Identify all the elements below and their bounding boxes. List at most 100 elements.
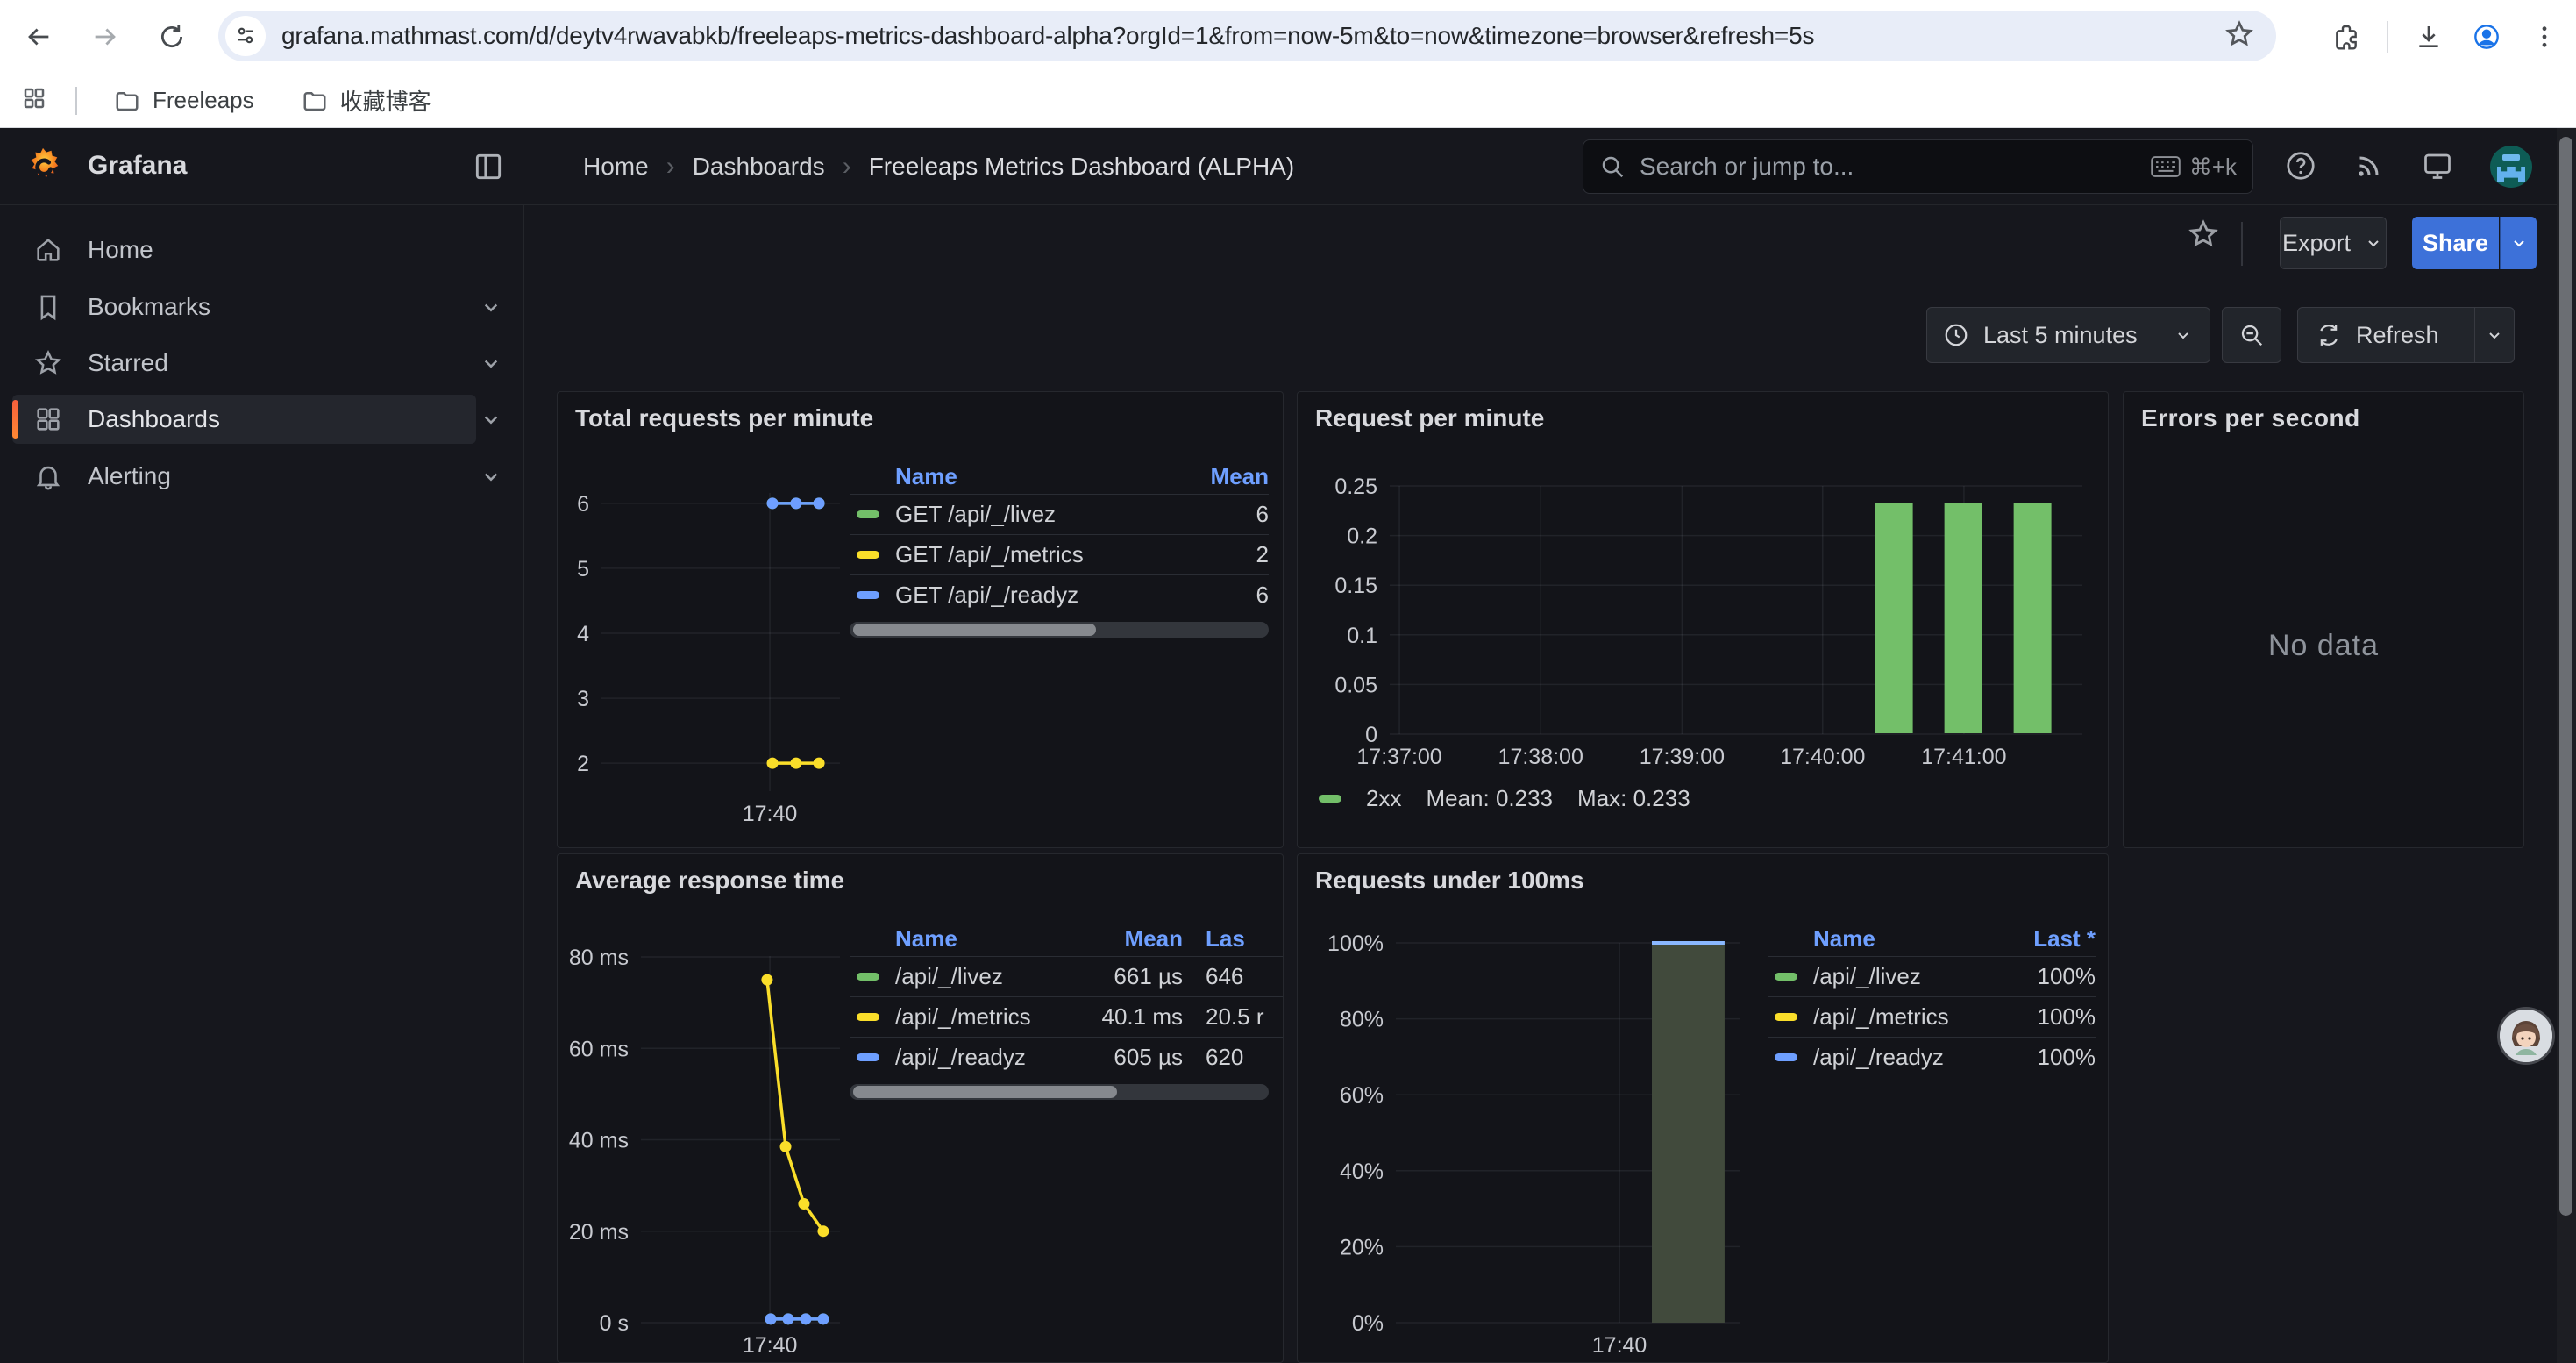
panel-errors-per-second[interactable]: Errors per second No data <box>2123 391 2524 848</box>
news-rss-icon[interactable] <box>2353 150 2387 183</box>
search-input[interactable]: Search or jump to... ⌘+k <box>1583 139 2253 194</box>
refresh-interval-dropdown[interactable] <box>2475 325 2514 346</box>
menu-kebab-icon[interactable] <box>2527 19 2562 54</box>
legend-scrollbar[interactable] <box>850 1084 1269 1100</box>
chevron-down-icon[interactable] <box>478 350 504 376</box>
chevron-down-icon[interactable] <box>478 463 504 489</box>
grafana-top-nav: Grafana Home › Dashboards › Freeleaps Me… <box>0 128 2576 205</box>
panel-title[interactable]: Errors per second <box>2141 404 2360 432</box>
reload-icon[interactable] <box>153 18 191 56</box>
svg-text:60%: 60% <box>1340 1083 1384 1108</box>
sidebar-item-dashboards[interactable]: Dashboards <box>12 395 476 444</box>
legend-row[interactable]: /api/_/readyz 605 µs 620 <box>850 1037 1284 1077</box>
favorite-dashboard-star-icon[interactable] <box>2187 218 2222 253</box>
refresh-button[interactable]: Refresh <box>2298 322 2474 349</box>
export-button[interactable]: Export <box>2280 217 2387 269</box>
legend-row[interactable]: /api/_/metrics 100% <box>1768 996 2096 1037</box>
legend-col-last[interactable]: Last * <box>1999 925 2096 953</box>
download-icon[interactable] <box>2411 19 2446 54</box>
breadcrumb-dashboards[interactable]: Dashboards <box>693 153 825 181</box>
svg-text:80%: 80% <box>1340 1008 1384 1032</box>
svg-text:17:40:00: 17:40:00 <box>1780 745 1865 769</box>
breadcrumb-home[interactable]: Home <box>583 153 649 181</box>
apps-grid-icon[interactable] <box>21 85 53 117</box>
kiosk-monitor-icon[interactable] <box>2422 150 2455 183</box>
svg-text:17:40: 17:40 <box>743 1333 798 1358</box>
grafana-brand[interactable]: Grafana <box>23 146 187 186</box>
search-shortcut: ⌘+k <box>2151 153 2237 181</box>
scrollbar-thumb[interactable] <box>853 624 1096 636</box>
sidebar-item-home[interactable]: Home <box>12 225 476 275</box>
extensions-icon[interactable] <box>2329 19 2364 54</box>
panel-request-per-minute[interactable]: 0.250.20.150.10.05017:37:0017:38:0017:39… <box>1297 391 2109 848</box>
panel-title[interactable]: Request per minute <box>1315 404 1544 432</box>
search-placeholder: Search or jump to... <box>1640 153 2151 181</box>
chevron-down-icon[interactable] <box>478 406 504 432</box>
site-settings-icon[interactable] <box>225 16 266 56</box>
sidebar-item-alerting[interactable]: Alerting <box>12 452 476 501</box>
share-dropdown-button[interactable] <box>2500 217 2537 269</box>
search-icon <box>1599 153 1626 180</box>
panel-total-requests-per-minute[interactable]: 6543217:40 Total requests per minute Nam… <box>557 391 1284 848</box>
breadcrumb-current: Freeleaps Metrics Dashboard (ALPHA) <box>869 153 1295 181</box>
legend-col-name[interactable]: Name <box>895 925 1078 953</box>
share-button[interactable]: Share <box>2412 217 2499 269</box>
panel-requests-under-100ms[interactable]: 100%80%60%40%20%0%17:40 Requests under 1… <box>1297 853 2109 1363</box>
page-scrollbar-thumb[interactable] <box>2559 137 2572 1216</box>
legend-row[interactable]: /api/_/metrics 40.1 ms 20.5 r <box>850 996 1284 1037</box>
forward-icon[interactable] <box>86 18 125 56</box>
home-icon <box>33 235 63 265</box>
svg-text:17:39:00: 17:39:00 <box>1640 745 1725 769</box>
panel-title[interactable]: Total requests per minute <box>575 404 873 432</box>
legend-table: Name Mean Las /api/_/livez 661 µs 646 /a… <box>850 921 1284 1100</box>
legend-series-name[interactable]: 2xx <box>1366 785 1401 812</box>
time-range-picker[interactable]: Last 5 minutes <box>1926 307 2210 363</box>
toolbar-divider <box>2387 21 2388 53</box>
url-bar[interactable]: grafana.mathmast.com/d/deytv4rwavabkb/fr… <box>218 11 2276 61</box>
legend-col-last[interactable]: Las <box>1183 925 1284 953</box>
svg-text:17:41:00: 17:41:00 <box>1921 745 2006 769</box>
bookmark-folder-freeleaps[interactable]: Freeleaps <box>100 80 268 121</box>
panel-title[interactable]: Requests under 100ms <box>1315 867 1584 895</box>
legend-col-name[interactable]: Name <box>1813 925 1999 953</box>
series-color-swatch <box>1775 1053 1797 1061</box>
chevron-down-icon[interactable] <box>478 294 504 320</box>
svg-text:0%: 0% <box>1352 1311 1384 1336</box>
nav-right-icons <box>2285 128 2532 205</box>
url-text[interactable]: grafana.mathmast.com/d/deytv4rwavabkb/fr… <box>281 22 2224 50</box>
folder-icon <box>302 88 328 114</box>
help-icon[interactable] <box>2285 150 2318 183</box>
back-icon[interactable] <box>19 18 58 56</box>
legend-row[interactable]: GET /api/_/metrics 2 <box>850 534 1269 574</box>
legend-row[interactable]: GET /api/_/livez 6 <box>850 494 1269 534</box>
panel-title[interactable]: Average response time <box>575 867 844 895</box>
sidebar-item-bookmarks[interactable]: Bookmarks <box>12 282 476 332</box>
svg-text:3: 3 <box>577 687 589 711</box>
panel-average-response-time[interactable]: 80 ms60 ms40 ms20 ms0 s17:40 Average res… <box>557 853 1284 1363</box>
clock-icon <box>1943 322 1969 348</box>
chevron-down-icon <box>2484 325 2505 346</box>
dashboards-grid-icon <box>33 404 63 434</box>
bookmark-star-icon[interactable] <box>2224 18 2259 54</box>
legend-col-mean[interactable]: Mean <box>1163 463 1269 490</box>
user-avatar[interactable] <box>2490 146 2532 188</box>
brand-name: Grafana <box>88 151 187 181</box>
profile-icon[interactable] <box>2469 19 2504 54</box>
collapse-sidebar-icon[interactable] <box>472 150 505 183</box>
zoom-out-time-button[interactable] <box>2222 307 2281 363</box>
legend-row[interactable]: /api/_/livez 100% <box>1768 956 2096 996</box>
sidebar-item-starred[interactable]: Starred <box>12 339 476 388</box>
chevron-down-icon <box>2173 325 2194 346</box>
assistant-avatar[interactable] <box>2500 1010 2552 1062</box>
svg-text:4: 4 <box>577 622 589 646</box>
legend-col-mean[interactable]: Mean <box>1078 925 1183 953</box>
legend-scrollbar[interactable] <box>850 622 1269 638</box>
series-color-swatch <box>857 510 879 518</box>
legend-row[interactable]: /api/_/livez 661 µs 646 <box>850 956 1284 996</box>
legend-col-name[interactable]: Name <box>895 463 1163 490</box>
bookmark-label: Freeleaps <box>153 87 254 114</box>
scrollbar-thumb[interactable] <box>853 1086 1117 1098</box>
legend-row[interactable]: /api/_/readyz 100% <box>1768 1037 2096 1077</box>
bookmark-folder-blogs[interactable]: 收藏博客 <box>288 77 445 124</box>
legend-row[interactable]: GET /api/_/readyz 6 <box>850 574 1269 615</box>
